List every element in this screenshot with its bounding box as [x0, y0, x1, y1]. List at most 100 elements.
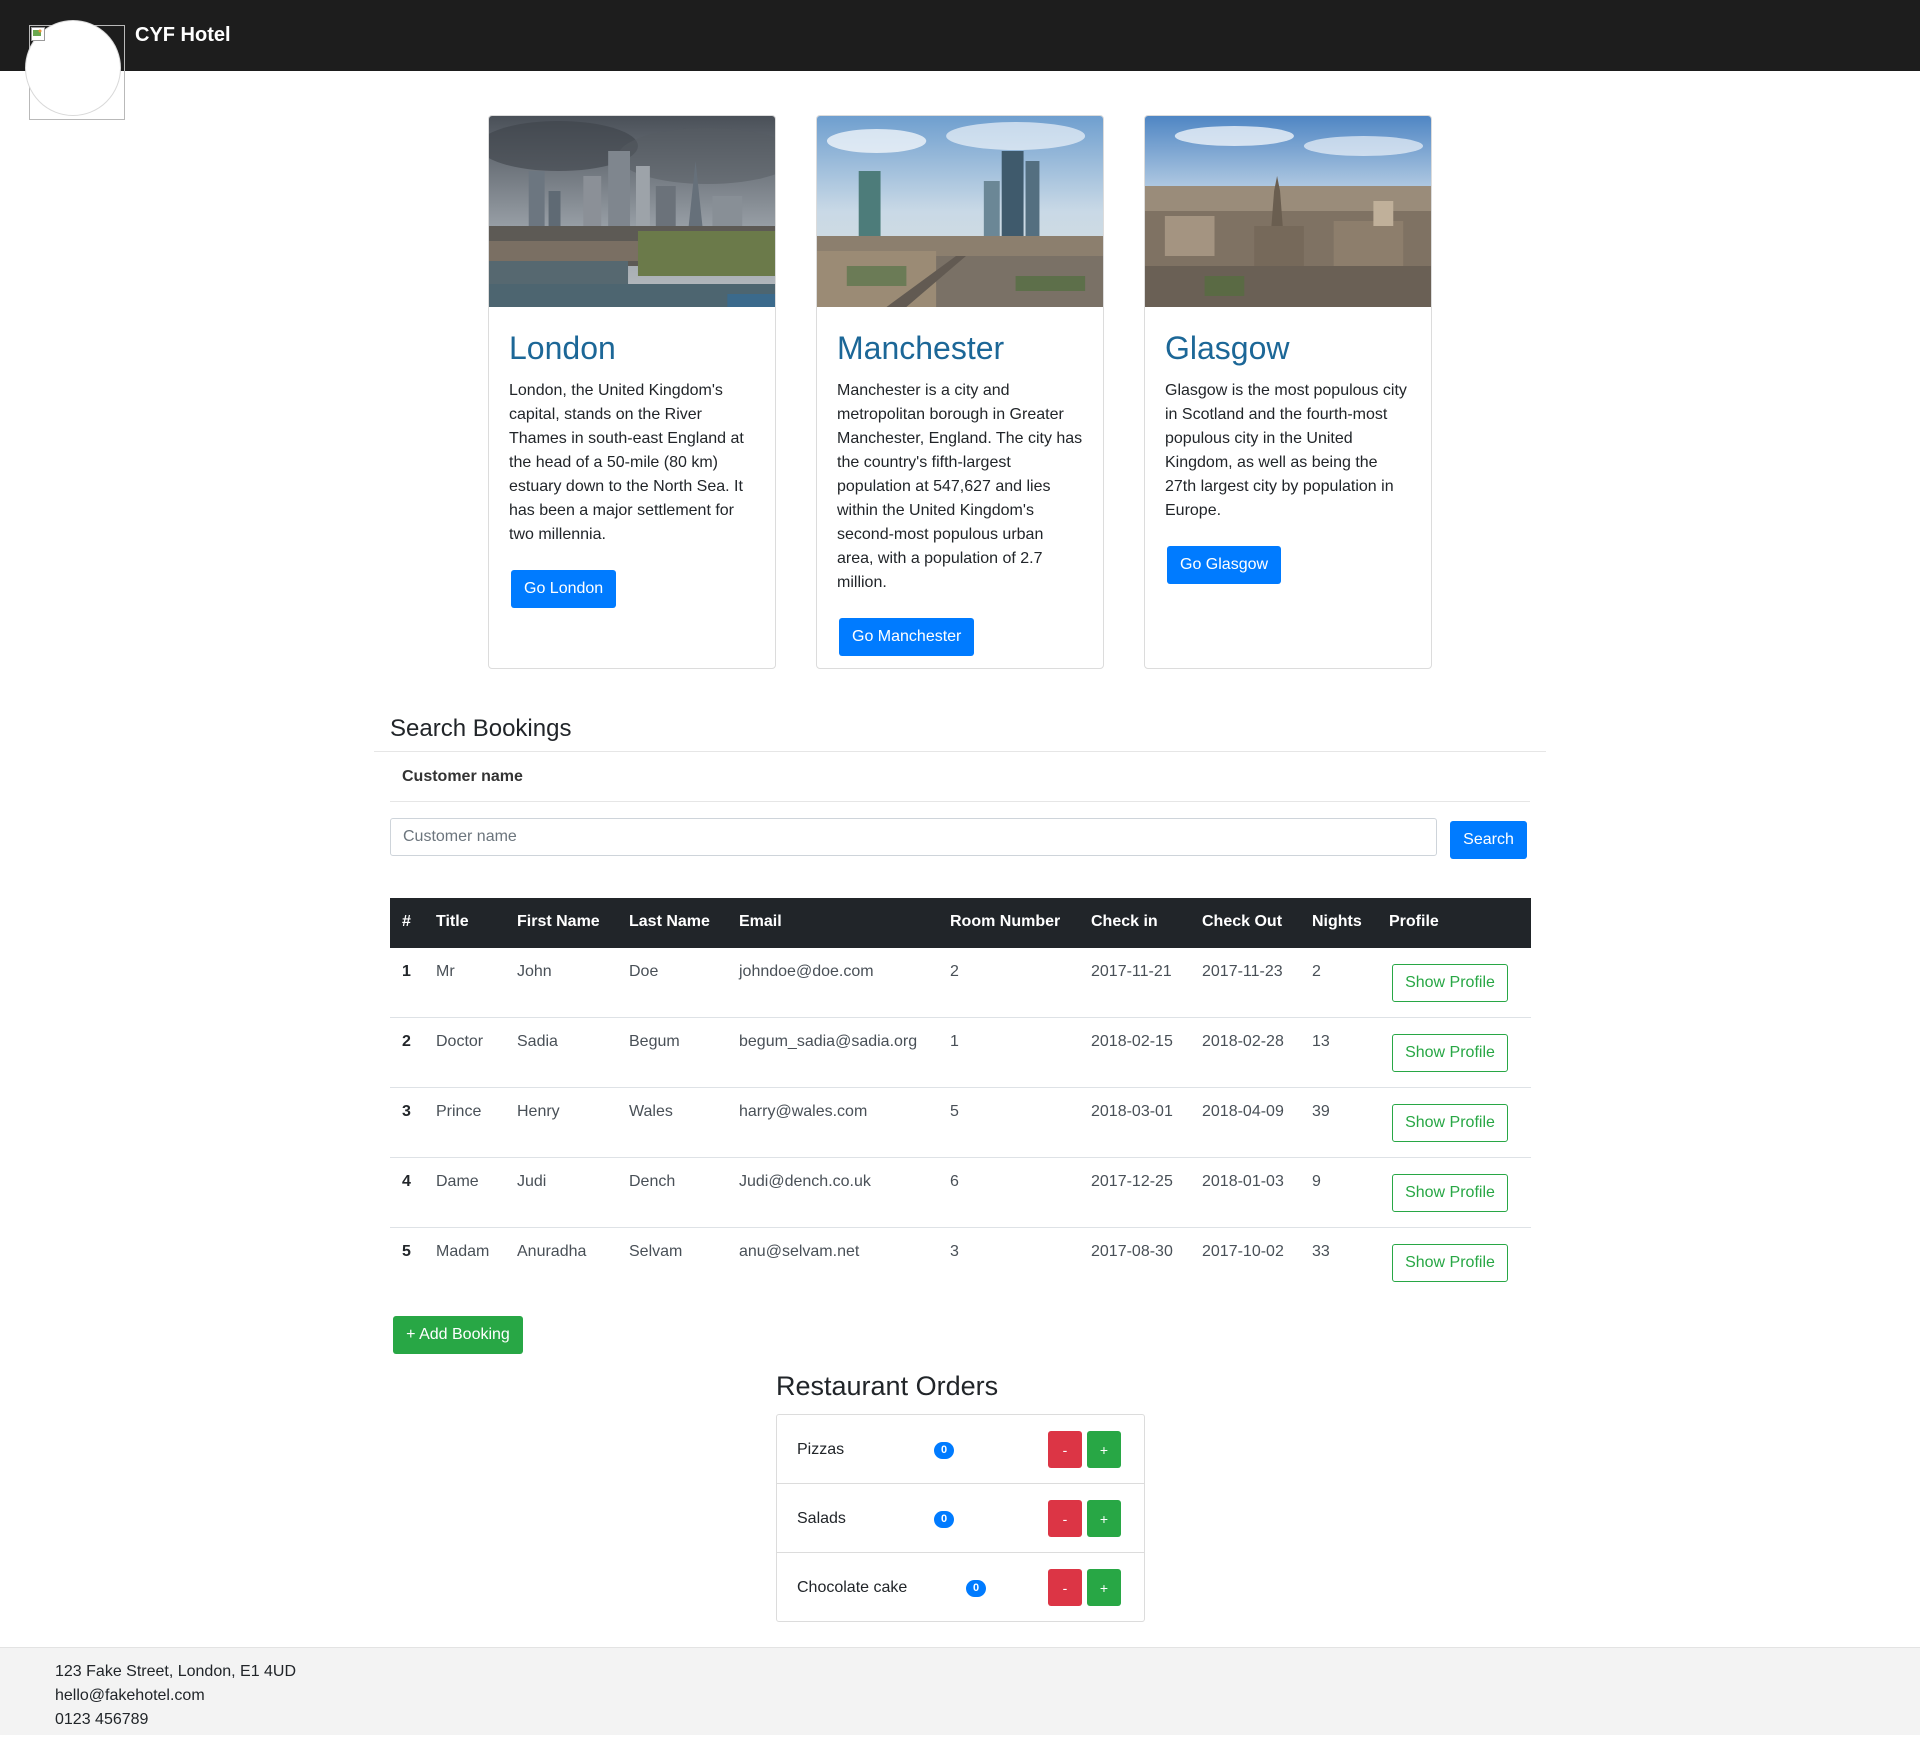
- footer-phone: 0123 456789: [55, 1711, 149, 1728]
- cell-last-name: Doe: [629, 963, 659, 980]
- column-header: Last Name: [629, 913, 710, 930]
- table-row: 1 Mr John Doe johndoe@doe.com 2 2017-11-…: [390, 948, 1531, 1018]
- london-skyline-image: [489, 116, 775, 307]
- cell-check-out: 2018-01-03: [1202, 1173, 1284, 1190]
- column-header: Check Out: [1202, 913, 1283, 930]
- cell-check-out: 2018-02-28: [1202, 1033, 1284, 1050]
- cell-check-out: 2018-04-09: [1202, 1103, 1284, 1120]
- cell-last-name: Selvam: [629, 1243, 683, 1260]
- cell-id: 1: [402, 963, 411, 980]
- cell-id: 3: [402, 1103, 411, 1120]
- increment-button[interactable]: +: [1087, 1431, 1121, 1468]
- cell-email: Judi@dench.co.uk: [739, 1173, 871, 1190]
- cell-title: Madam: [436, 1243, 490, 1260]
- cell-check-out: 2017-11-23: [1202, 963, 1283, 980]
- column-header: First Name: [517, 913, 600, 930]
- cell-room: 1: [950, 1033, 959, 1050]
- column-header: Title: [436, 913, 469, 930]
- brand-title[interactable]: CYF Hotel: [135, 24, 231, 47]
- cell-nights: 33: [1312, 1243, 1330, 1260]
- show-profile-button[interactable]: Show Profile: [1392, 1034, 1508, 1072]
- show-profile-button[interactable]: Show Profile: [1392, 1244, 1508, 1282]
- city-title: Manchester: [837, 330, 1005, 366]
- search-button[interactable]: Search: [1450, 821, 1527, 859]
- go-glasgow-button[interactable]: Go Glasgow: [1167, 546, 1282, 584]
- restaurant-orders-list: Pizzas 0 - + Salads 0 - + Chocolate cake…: [776, 1414, 1145, 1622]
- search-bookings-heading: Search Bookings: [390, 715, 572, 742]
- cell-room: 3: [950, 1243, 959, 1260]
- cell-id: 2: [402, 1033, 411, 1050]
- cell-email: begum_sadia@sadia.org: [739, 1033, 918, 1050]
- cell-check-out: 2017-10-02: [1202, 1243, 1284, 1260]
- cell-nights: 9: [1312, 1173, 1321, 1190]
- order-item-name: Salads: [797, 1510, 846, 1527]
- cell-title: Doctor: [436, 1033, 484, 1050]
- cell-check-in: 2018-02-15: [1091, 1033, 1173, 1050]
- city-description: London, the United Kingdom's capital, st…: [509, 382, 744, 543]
- city-card-glasgow: Glasgow Glasgow is the most populous cit…: [1144, 115, 1432, 669]
- city-title: London: [509, 330, 616, 366]
- decrement-button[interactable]: -: [1048, 1569, 1082, 1606]
- order-item-name: Pizzas: [797, 1441, 845, 1458]
- customer-name-input[interactable]: [390, 818, 1437, 856]
- order-count-badge: 0: [934, 1511, 954, 1528]
- decrement-button[interactable]: -: [1048, 1500, 1082, 1537]
- table-row: 4 Dame Judi Dench Judi@dench.co.uk 6 201…: [390, 1158, 1531, 1228]
- show-profile-button[interactable]: Show Profile: [1392, 1174, 1508, 1212]
- divider: [390, 801, 1530, 802]
- column-header: #: [402, 913, 411, 930]
- cell-last-name: Dench: [629, 1173, 676, 1190]
- broken-image-icon: [31, 27, 45, 41]
- city-description: Manchester is a city and metropolitan bo…: [837, 382, 1083, 591]
- show-profile-button[interactable]: Show Profile: [1392, 964, 1508, 1002]
- column-header: Nights: [1312, 913, 1362, 930]
- top-navbar: CYF Hotel: [0, 0, 1920, 120]
- cell-email: harry@wales.com: [739, 1103, 868, 1120]
- increment-button[interactable]: +: [1087, 1500, 1121, 1537]
- order-item: Salads 0 - +: [777, 1484, 1144, 1553]
- add-booking-button[interactable]: + Add Booking: [393, 1316, 523, 1354]
- go-london-button[interactable]: Go London: [511, 570, 617, 608]
- cell-first-name: Henry: [517, 1103, 560, 1120]
- increment-button[interactable]: +: [1087, 1569, 1121, 1606]
- order-item-name: Chocolate cake: [797, 1579, 908, 1596]
- footer-email: hello@fakehotel.com: [55, 1687, 205, 1704]
- cell-title: Mr: [436, 963, 455, 980]
- cell-first-name: Anuradha: [517, 1243, 587, 1260]
- footer: 123 Fake Street, London, E1 4UD hello@fa…: [0, 1647, 1920, 1735]
- order-item: Chocolate cake 0 - +: [777, 1553, 1144, 1622]
- city-card-london: London London, the United Kingdom's capi…: [488, 115, 776, 669]
- table-row: 2 Doctor Sadia Begum begum_sadia@sadia.o…: [390, 1018, 1531, 1088]
- customer-name-label: Customer name: [402, 768, 523, 785]
- cell-id: 4: [402, 1173, 411, 1190]
- decrement-button[interactable]: -: [1048, 1431, 1082, 1468]
- city-title: Glasgow: [1165, 330, 1290, 366]
- show-profile-button[interactable]: Show Profile: [1392, 1104, 1508, 1142]
- cell-check-in: 2017-08-30: [1091, 1243, 1173, 1260]
- column-header: Email: [739, 913, 782, 930]
- footer-address: 123 Fake Street, London, E1 4UD: [55, 1663, 297, 1680]
- order-count-badge: 0: [966, 1580, 986, 1597]
- cell-last-name: Wales: [629, 1103, 673, 1120]
- city-description: Glasgow is the most populous city in Sco…: [1165, 382, 1407, 519]
- cell-first-name: Sadia: [517, 1033, 558, 1050]
- glasgow-skyline-image: [1145, 116, 1431, 307]
- bookings-table: # Title First Name Last Name Email Room …: [390, 898, 1531, 1298]
- cell-nights: 2: [1312, 963, 1321, 980]
- cell-id: 5: [402, 1243, 411, 1260]
- order-item: Pizzas 0 - +: [777, 1415, 1144, 1484]
- city-card-manchester: Manchester Manchester is a city and metr…: [816, 115, 1104, 669]
- cell-check-in: 2017-11-21: [1091, 963, 1172, 980]
- manchester-skyline-image: [817, 116, 1103, 307]
- cell-nights: 13: [1312, 1033, 1330, 1050]
- restaurant-orders-heading: Restaurant Orders: [776, 1371, 999, 1401]
- cell-email: johndoe@doe.com: [739, 963, 874, 980]
- cell-nights: 39: [1312, 1103, 1330, 1120]
- cell-title: Dame: [436, 1173, 479, 1190]
- cell-first-name: John: [517, 963, 552, 980]
- cell-room: 2: [950, 963, 959, 980]
- table-header: # Title First Name Last Name Email Room …: [390, 898, 1531, 948]
- cell-room: 6: [950, 1173, 959, 1190]
- divider: [374, 751, 1546, 752]
- go-manchester-button[interactable]: Go Manchester: [839, 618, 975, 656]
